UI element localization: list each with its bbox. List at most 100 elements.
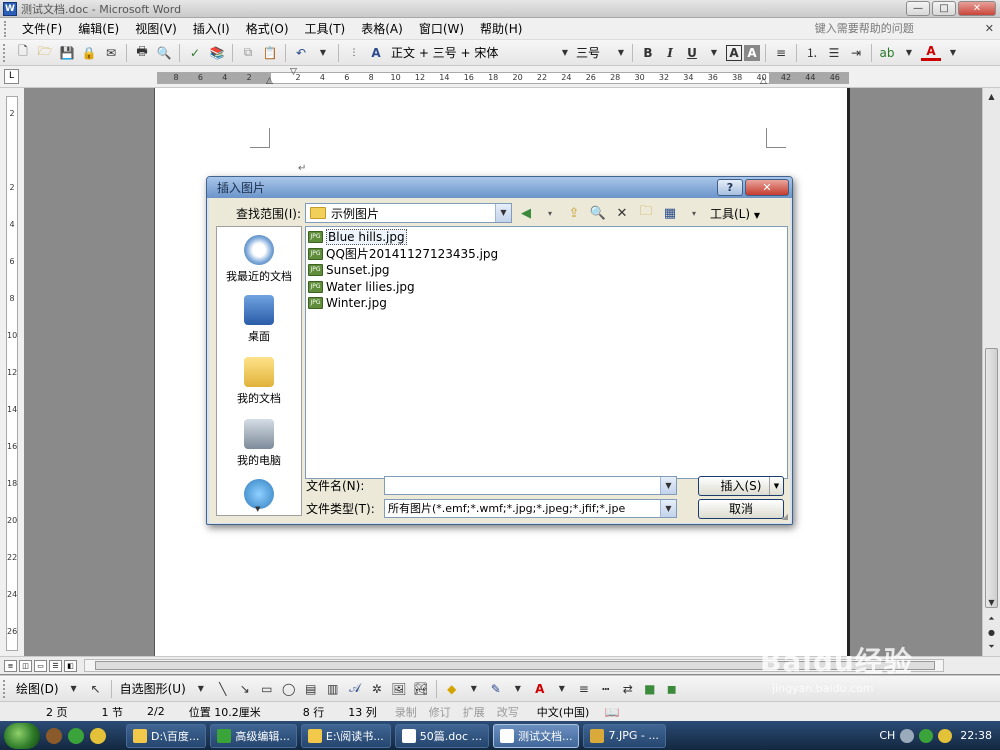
- open-folder-icon[interactable]: 🗁: [35, 43, 55, 63]
- save-icon[interactable]: 💾: [57, 43, 77, 63]
- highlight-dropdown-icon[interactable]: ▼: [899, 43, 919, 63]
- minimize-button[interactable]: —: [906, 1, 930, 16]
- look-in-combo[interactable]: 示例图片 ▼: [305, 203, 512, 223]
- vertical-scrollbar[interactable]: ▲ ▼ ⏶ ● ⏷: [982, 88, 1000, 656]
- menu-insert[interactable]: 插入(I): [185, 19, 238, 39]
- hanging-indent-marker[interactable]: △: [266, 76, 273, 86]
- file-list-item[interactable]: JPG QQ图片20141127123435.jpg: [308, 246, 498, 262]
- print-icon[interactable]: 🖶: [132, 43, 152, 63]
- menu-file[interactable]: 文件(F): [14, 19, 70, 39]
- dash-style-icon[interactable]: ┅: [596, 679, 616, 699]
- file-name-input[interactable]: ▼: [384, 476, 677, 495]
- document-close-icon[interactable]: ✕: [985, 22, 994, 35]
- taskbar-item-50pian-doc[interactable]: 50篇.doc ...: [394, 723, 489, 748]
- menu-tools[interactable]: 工具(T): [297, 19, 354, 39]
- oval-icon[interactable]: ◯: [279, 679, 299, 699]
- taskbar-item-test-doc[interactable]: 测试文档...: [492, 723, 580, 748]
- toolbar-grip[interactable]: [3, 43, 9, 62]
- indent-icon[interactable]: ⇥: [846, 43, 866, 63]
- tools-menu[interactable]: 工具(L) ▼: [710, 205, 760, 222]
- dialog-close-button[interactable]: ✕: [745, 179, 789, 196]
- bullets-icon[interactable]: ☰: [824, 43, 844, 63]
- vertical-text-box-icon[interactable]: ▥: [323, 679, 343, 699]
- email-icon[interactable]: ✉: [101, 43, 121, 63]
- undo-icon[interactable]: ↶: [291, 43, 311, 63]
- line-color-icon[interactable]: ✎: [486, 679, 506, 699]
- fill-color-icon[interactable]: ◆: [442, 679, 462, 699]
- cancel-button[interactable]: 取消: [698, 499, 784, 519]
- wordart-icon[interactable]: 𝒜: [345, 679, 365, 699]
- search-web-icon[interactable]: 🔍: [588, 204, 608, 222]
- tray-icon[interactable]: [919, 728, 934, 743]
- font-size-combo[interactable]: 三号 ▼: [572, 44, 628, 62]
- input-method-indicator[interactable]: CH: [879, 729, 895, 742]
- word-app-icon[interactable]: W: [3, 1, 17, 16]
- file-list-item[interactable]: JPG Blue hills.jpg: [308, 229, 407, 245]
- status-extend[interactable]: 扩展: [457, 704, 491, 720]
- copy-icon[interactable]: ⧉: [238, 43, 258, 63]
- insert-options-dropdown-icon[interactable]: ▼: [769, 477, 783, 495]
- underline-dropdown-icon[interactable]: ▼: [704, 43, 724, 63]
- place-my-computer[interactable]: 我的电脑: [217, 419, 301, 468]
- font-color-button[interactable]: A: [921, 44, 941, 61]
- start-button[interactable]: [4, 722, 40, 749]
- chevron-down-icon[interactable]: ▼: [464, 679, 484, 699]
- highlight-icon[interactable]: ab: [877, 43, 897, 63]
- toolbar-grip[interactable]: [3, 679, 9, 698]
- insert-button[interactable]: 插入(S) ▼: [698, 476, 784, 496]
- numbering-icon[interactable]: ⒈: [802, 43, 822, 63]
- select-browse-object-icon[interactable]: ●: [984, 626, 999, 640]
- file-list-item[interactable]: JPG Water lilies.jpg: [308, 279, 415, 295]
- file-list[interactable]: JPG Blue hills.jpg JPG QQ图片20141127123435.j…: [305, 226, 788, 479]
- chevron-down-icon[interactable]: ▼: [552, 679, 572, 699]
- paste-icon[interactable]: 📋: [260, 43, 280, 63]
- new-document-icon[interactable]: 🗋: [13, 43, 33, 63]
- normal-view-icon[interactable]: ≡: [4, 659, 17, 672]
- place-desktop[interactable]: 桌面: [217, 295, 301, 344]
- clock[interactable]: 22:38: [960, 729, 992, 742]
- autoshapes-menu[interactable]: 自选图形(U): [116, 680, 190, 697]
- chevron-down-icon[interactable]: ▼: [660, 500, 676, 517]
- text-box-icon[interactable]: ▤: [301, 679, 321, 699]
- scroll-up-icon[interactable]: ▲: [984, 90, 999, 104]
- tab-selector[interactable]: L: [4, 69, 19, 84]
- rectangle-icon[interactable]: ▭: [257, 679, 277, 699]
- styles-icon[interactable]: A: [366, 43, 386, 63]
- spelling-status-icon[interactable]: 📖: [602, 702, 622, 722]
- new-folder-icon[interactable]: 🗀: [636, 204, 656, 222]
- chevron-down-icon[interactable]: ▼: [64, 679, 84, 699]
- quick-launch-icon[interactable]: [46, 727, 62, 744]
- tray-icon[interactable]: [900, 728, 915, 743]
- line-style-icon[interactable]: ≡: [574, 679, 594, 699]
- bold-button[interactable]: B: [638, 43, 658, 63]
- up-one-level-icon[interactable]: ⇪: [564, 204, 584, 222]
- resize-grip[interactable]: ◢: [782, 512, 788, 521]
- character-shading-button[interactable]: A: [744, 44, 760, 61]
- taskbar-item-folder-e[interactable]: E:\阅读书...: [300, 723, 391, 748]
- taskbar-item-folder-d[interactable]: D:\百度...: [126, 723, 207, 748]
- horizontal-ruler[interactable]: 8 6 4 2 2 4 6 8 10 12 14 16 18 20 22 24 26 28 30 32 34 36 38 40…: [157, 72, 849, 84]
- style-combo[interactable]: 正文 + 三号 + 宋体 ▼: [387, 44, 572, 62]
- right-indent-marker[interactable]: △: [760, 76, 767, 86]
- line-icon[interactable]: ╲: [213, 679, 233, 699]
- file-type-select[interactable]: 所有图片(*.emf;*.wmf;*.jpg;*.jpeg;*.jfif;*.j…: [384, 499, 677, 518]
- web-layout-view-icon[interactable]: ◫: [19, 659, 32, 672]
- 3d-style-icon[interactable]: ◼: [662, 679, 682, 699]
- reading-layout-view-icon[interactable]: ◧: [64, 659, 77, 672]
- permission-icon[interactable]: 🔒: [79, 43, 99, 63]
- chevron-down-icon[interactable]: ▼: [508, 679, 528, 699]
- menu-format[interactable]: 格式(O): [238, 19, 297, 39]
- quick-launch-icon[interactable]: [90, 727, 106, 744]
- close-button[interactable]: ✕: [958, 1, 996, 16]
- scrollbar-thumb[interactable]: [985, 348, 998, 608]
- quick-launch-icon[interactable]: [68, 727, 84, 744]
- print-preview-icon[interactable]: 🔍: [154, 43, 174, 63]
- previous-page-icon[interactable]: ⏶: [984, 612, 999, 626]
- views-dropdown-icon[interactable]: ▾: [684, 204, 704, 222]
- shadow-style-icon[interactable]: ■: [640, 679, 660, 699]
- select-objects-icon[interactable]: ↖: [86, 679, 106, 699]
- diagram-icon[interactable]: ✲: [367, 679, 387, 699]
- insert-picture-icon[interactable]: 🏞: [411, 679, 431, 699]
- arrow-icon[interactable]: ↘: [235, 679, 255, 699]
- status-record[interactable]: 录制: [389, 704, 423, 720]
